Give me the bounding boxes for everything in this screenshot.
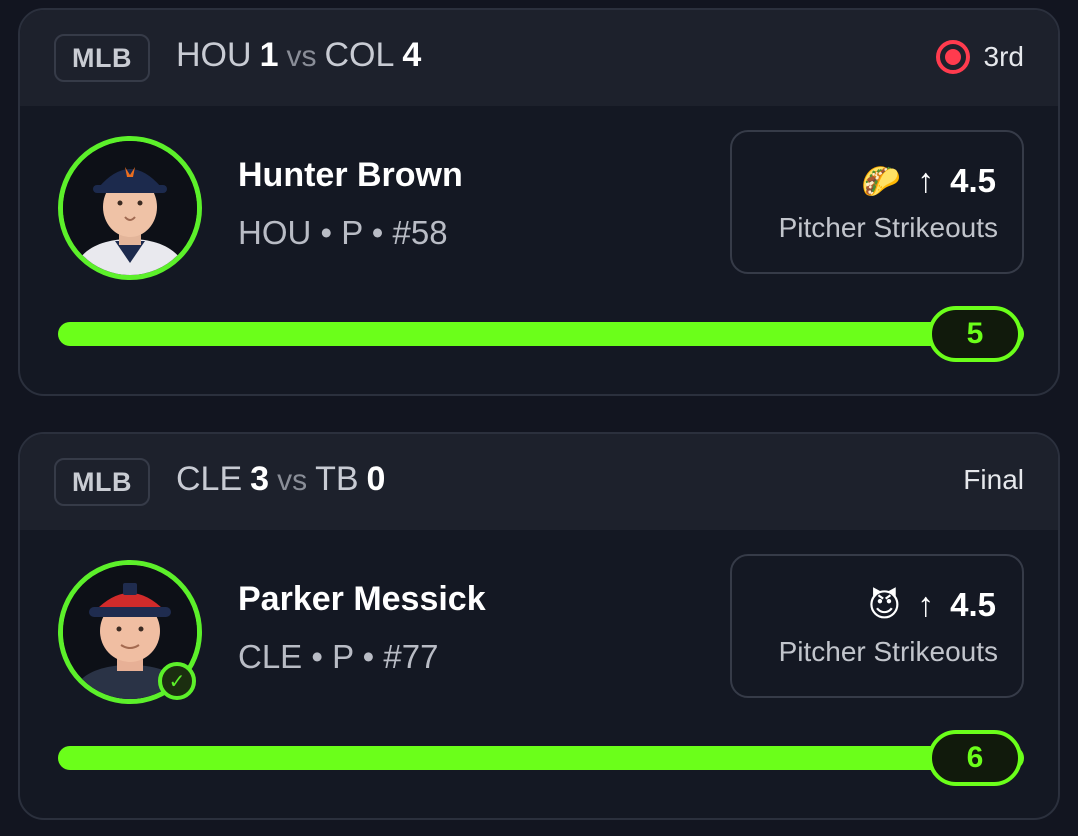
prop-card[interactable]: MLB HOU 1 vs COL 4 3rd Hunter Brown HOU …: [18, 8, 1060, 396]
prop-line-value: 4.5: [950, 586, 996, 623]
status-text: 3rd: [983, 41, 1024, 72]
player-name: Parker Messick: [238, 580, 486, 618]
score-b: 0: [366, 460, 386, 498]
card-header: MLB CLE 3 vs TB 0 Final: [20, 434, 1058, 530]
verified-check-icon: ✓: [158, 662, 196, 700]
prop-card[interactable]: MLB CLE 3 vs TB 0 Final ✓ Parker Messick…: [18, 432, 1060, 820]
matchup: HOU 1 vs COL 4: [176, 36, 421, 75]
player-meta: HOU • P • #58: [238, 214, 448, 251]
card-header: MLB HOU 1 vs COL 4 3rd: [20, 10, 1058, 106]
vs-label: vs: [286, 40, 317, 73]
game-status: 3rd: [935, 40, 1024, 74]
team-a: HOU: [176, 36, 252, 74]
arrow-up-icon: ↑: [917, 586, 935, 624]
game-status: Final: [963, 464, 1024, 496]
score-b: 4: [402, 36, 422, 74]
progress-value-badge: 6: [928, 730, 1022, 786]
prop-line-value: 4.5: [950, 162, 996, 199]
player-headshot-icon: [63, 141, 197, 275]
prop-stat-label: Pitcher Strikeouts: [778, 636, 998, 667]
prop-line-box[interactable]: 🌮 ↑ 4.5 Pitcher Strikeouts: [730, 130, 1024, 274]
team-b: COL: [324, 36, 395, 74]
status-text: Final: [963, 464, 1024, 495]
league-badge: MLB: [54, 34, 150, 82]
progress-bar: [58, 746, 1024, 770]
prop-stat-label: Pitcher Strikeouts: [778, 212, 998, 243]
matchup: CLE 3 vs TB 0: [176, 460, 385, 499]
player-meta: CLE • P • #77: [238, 638, 439, 675]
league-badge: MLB: [54, 458, 150, 506]
live-icon: [935, 40, 970, 74]
arrow-up-icon: ↑: [917, 162, 935, 200]
player-name: Hunter Brown: [238, 156, 463, 194]
progress-value-badge: 5: [928, 306, 1022, 362]
team-b: TB: [315, 460, 359, 498]
progress-fill: [58, 746, 1024, 770]
score-a: 3: [250, 460, 270, 498]
progress-bar: [58, 322, 1024, 346]
score-a: 1: [259, 36, 279, 74]
prop-line-box[interactable]: 😈 ↑ 4.5 Pitcher Strikeouts: [730, 554, 1024, 698]
progress-fill: [58, 322, 1024, 346]
vs-label: vs: [277, 464, 308, 497]
avatar[interactable]: ✓: [58, 560, 202, 704]
avatar[interactable]: [58, 136, 202, 280]
devil-face-icon: 😈: [867, 587, 902, 623]
team-a: CLE: [176, 460, 243, 498]
taco-icon: 🌮: [861, 163, 902, 199]
